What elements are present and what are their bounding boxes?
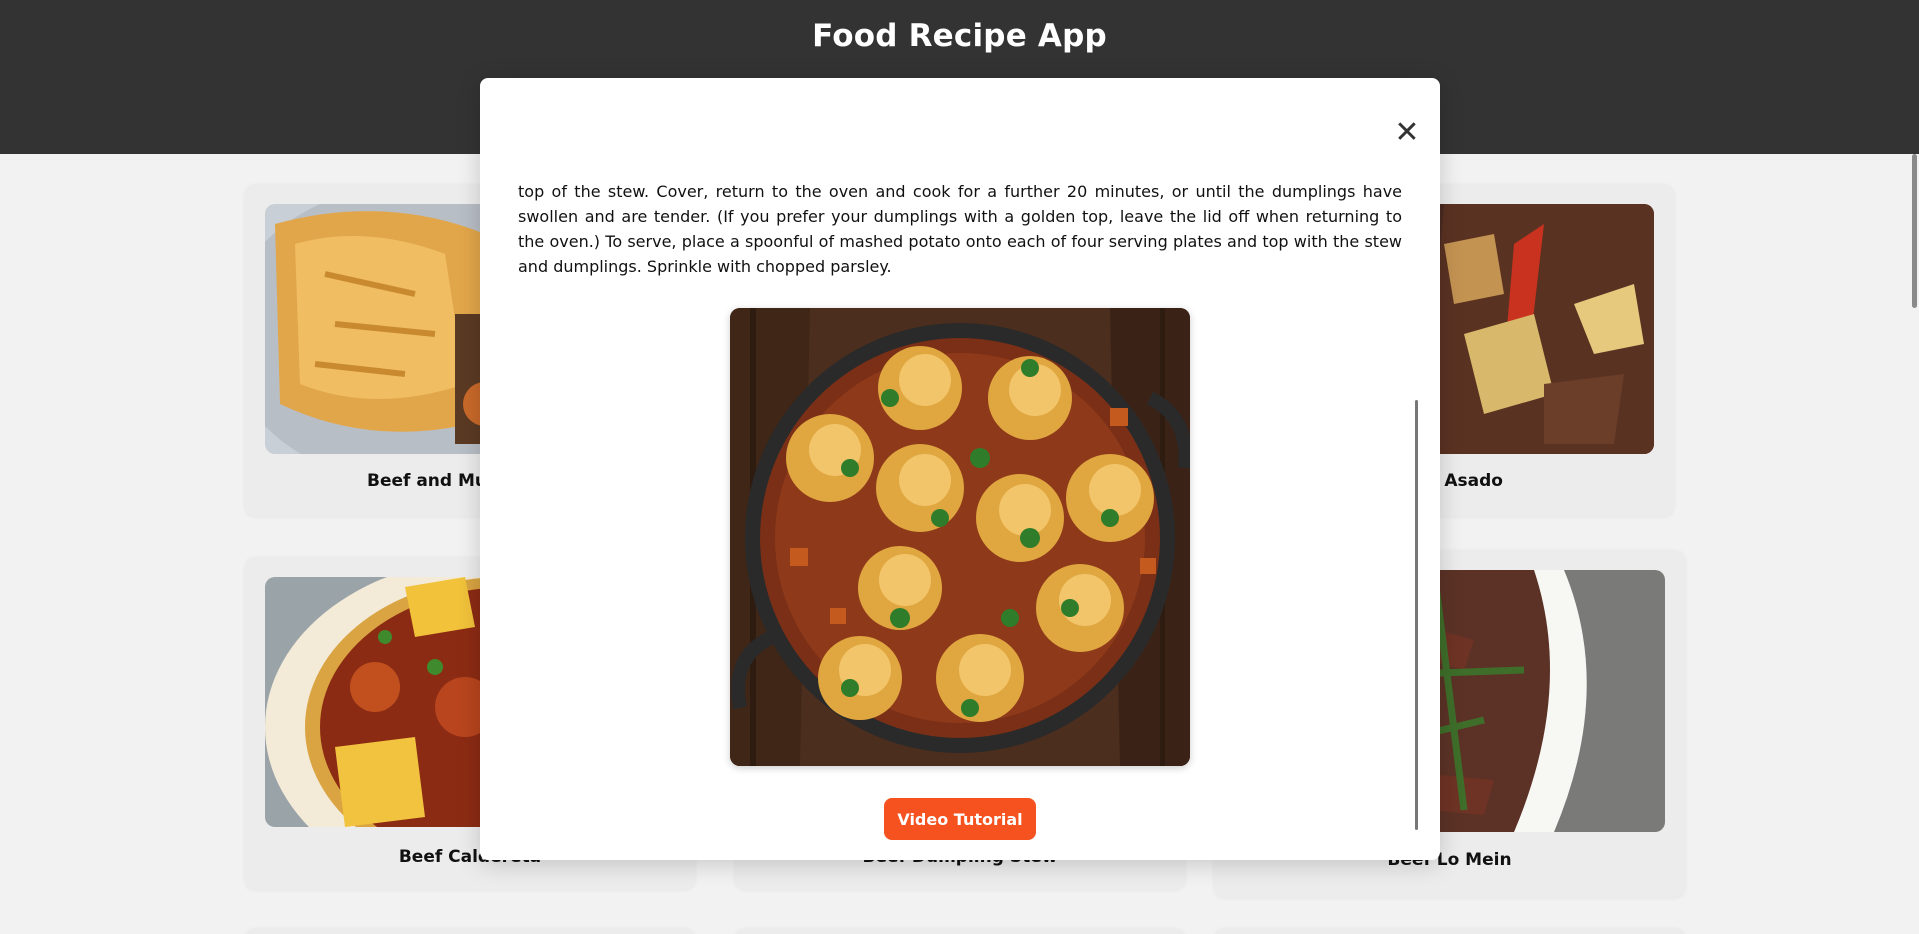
app-title: Food Recipe App: [812, 18, 1107, 54]
page-scrollbar-thumb[interactable]: [1912, 154, 1917, 308]
recipe-card[interactable]: [245, 928, 695, 934]
recipe-card[interactable]: [735, 928, 1185, 934]
close-icon[interactable]: ✕: [1392, 118, 1422, 148]
recipe-card[interactable]: [1214, 928, 1685, 934]
video-tutorial-button[interactable]: Video Tutorial: [884, 798, 1036, 840]
recipe-image: [730, 308, 1190, 766]
modal-scrollbar[interactable]: [1415, 400, 1418, 830]
recipe-modal: ✕ top of the stew. Cover, return to the …: [480, 78, 1440, 860]
recipe-instructions: top of the stew. Cover, return to the ov…: [518, 182, 1402, 276]
